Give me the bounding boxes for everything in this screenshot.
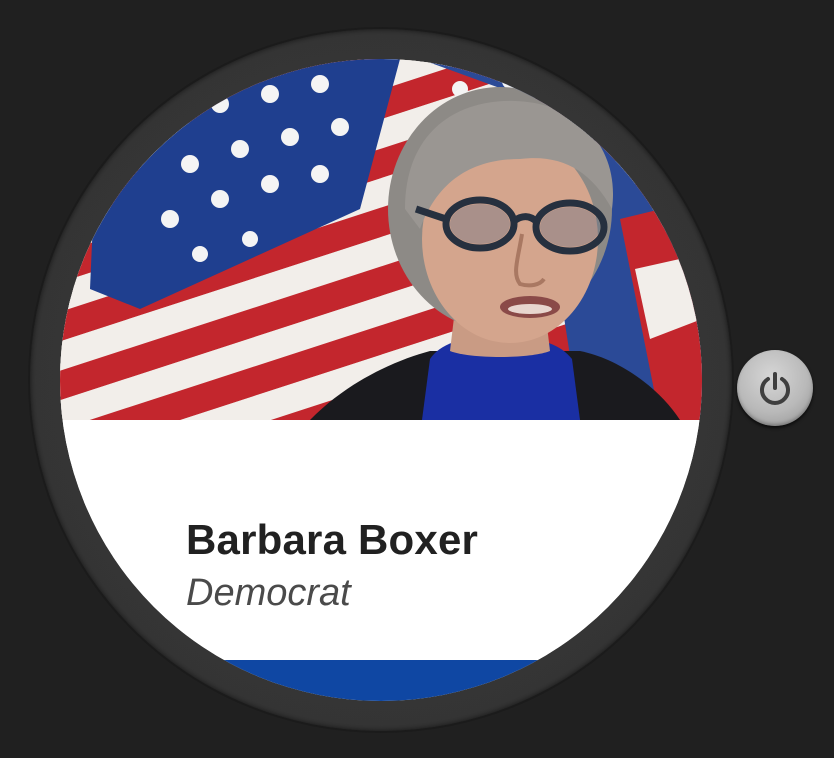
senator-card[interactable]: Barbara Boxer Democrat [60, 420, 702, 660]
emulator-stage: Barbara Boxer Democrat [0, 0, 834, 758]
senator-photo [60, 59, 702, 420]
senator-name: Barbara Boxer [186, 516, 479, 563]
power-icon [760, 372, 790, 405]
party-color-bar [60, 660, 702, 701]
watch-face: Barbara Boxer Democrat [60, 59, 702, 701]
power-button[interactable] [737, 350, 813, 426]
senator-party: Democrat [186, 572, 351, 614]
watch-bezel: Barbara Boxer Democrat [30, 29, 732, 731]
